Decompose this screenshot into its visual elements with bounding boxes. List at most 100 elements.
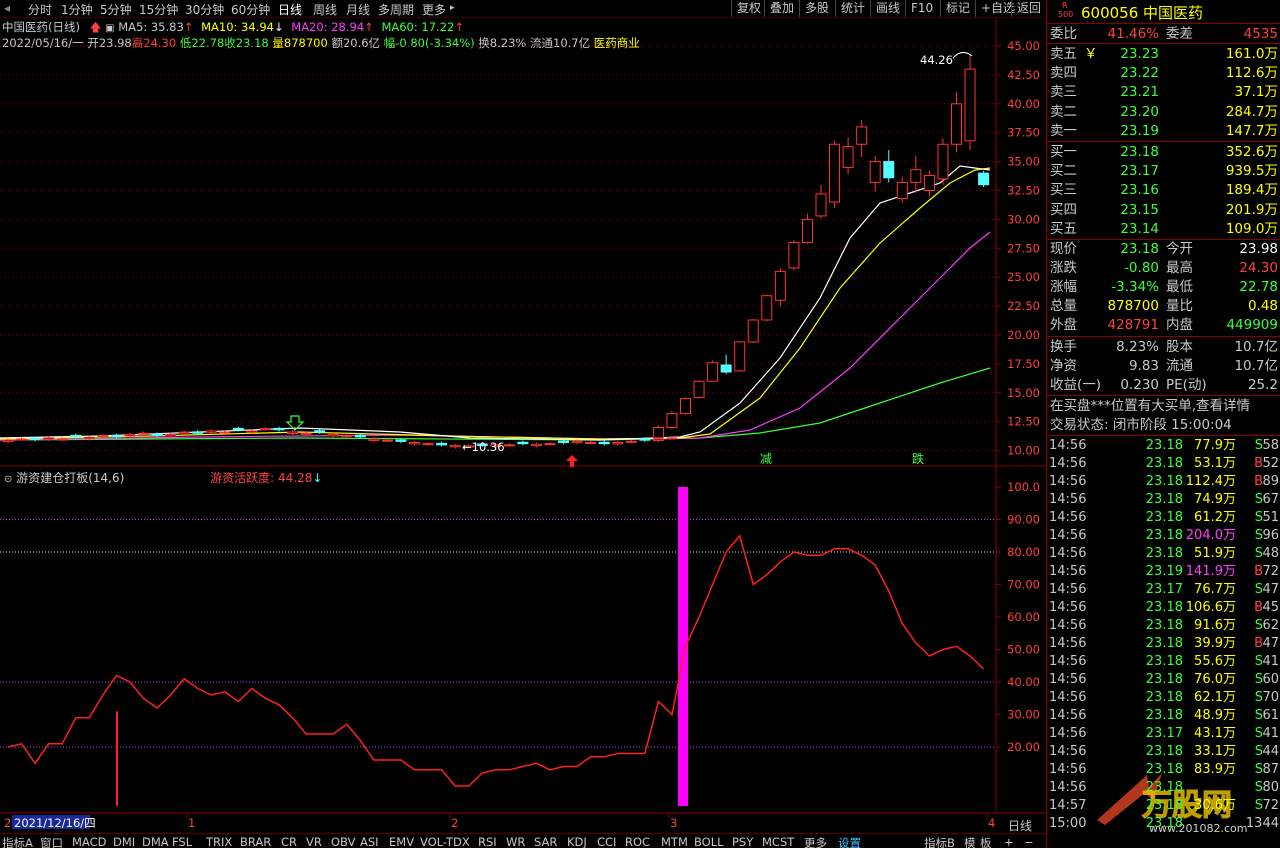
- code-prefix: R 500: [1058, 1, 1073, 19]
- indicator-tab[interactable]: 窗口: [40, 835, 63, 848]
- indicator-tab[interactable]: BRAR: [240, 835, 271, 848]
- indicator-tab[interactable]: EMV: [389, 835, 414, 848]
- entry-signal-bar: [678, 487, 688, 806]
- indicator-tab[interactable]: PSY: [732, 835, 753, 848]
- toolbar-back-icon[interactable]: ◂: [4, 1, 10, 15]
- tick-count: 89: [1262, 474, 1279, 489]
- bid-volume: 109.0万: [1225, 220, 1278, 237]
- tick-time: 14:56: [1049, 762, 1087, 777]
- candle-body: [70, 434, 82, 438]
- more-chevron-icon[interactable]: ▸: [450, 3, 455, 13]
- stat-label: 外盘: [1050, 317, 1077, 333]
- period-tab-30min[interactable]: 30分钟: [185, 1, 224, 18]
- indicator-tab[interactable]: MCST: [762, 835, 794, 848]
- candle-body: [327, 433, 339, 437]
- tick-price: 23.18: [1145, 654, 1183, 669]
- price-tick-label: 12.50: [1007, 415, 1040, 429]
- stat-value: 24.30: [1239, 260, 1278, 276]
- big-order-notice[interactable]: 在买盘***位置有大买单,查看详情: [1050, 397, 1250, 415]
- ask-row: 卖一 23.19 147.7万: [1047, 122, 1280, 140]
- bid-volume: 352.6万: [1225, 144, 1278, 160]
- indicator-tick-label: 100.0: [1007, 480, 1040, 494]
- diejia-button[interactable]: 叠加: [764, 0, 799, 17]
- huaxian-button[interactable]: 画线: [870, 0, 905, 17]
- indicator-tab[interactable]: WR: [506, 835, 525, 848]
- indicator-name[interactable]: 游资建仓打板(14,6): [16, 471, 124, 485]
- tick-volume: 48.9万: [1194, 708, 1236, 723]
- indicator-tab[interactable]: TRIX: [206, 835, 232, 848]
- bottom-right-button[interactable]: 指标B: [924, 835, 955, 848]
- indicator-tab[interactable]: 更多: [804, 835, 827, 848]
- candle-body: [964, 68, 976, 142]
- period-tab-daily[interactable]: 日线: [278, 1, 302, 18]
- tick-time: 14:56: [1049, 618, 1087, 633]
- indicator-collapse-icon[interactable]: ⊙: [4, 474, 12, 485]
- period-tab-fenshi[interactable]: 分时: [28, 1, 52, 18]
- tongji-button[interactable]: 统计: [835, 0, 870, 17]
- candle-body: [287, 431, 299, 434]
- indicator-tab[interactable]: KDJ: [567, 835, 587, 848]
- candle-body: [896, 181, 908, 200]
- indicator-tab[interactable]: DMI: [113, 835, 135, 848]
- indicator-tab[interactable]: SAR: [534, 835, 557, 848]
- indicator-tab[interactable]: ASI: [360, 835, 379, 848]
- candle-body: [97, 435, 109, 438]
- indicator-tab[interactable]: OBV: [331, 835, 355, 848]
- bottom-right-button[interactable]: +: [1004, 835, 1014, 848]
- period-tab-more[interactable]: 更多: [422, 1, 446, 18]
- stock-name: 中国医药: [1143, 4, 1204, 22]
- indicator-tab[interactable]: VOL-TDX: [420, 835, 470, 848]
- tick-time: 14:57: [1049, 798, 1087, 813]
- indicator-tab[interactable]: DMA: [142, 835, 169, 848]
- tick-time: 14:56: [1049, 582, 1087, 597]
- candle-body: [815, 193, 827, 217]
- period-tab-monthly[interactable]: 月线: [346, 1, 370, 18]
- duogu-button[interactable]: 多股: [799, 0, 834, 17]
- tick-price: 23.18: [1145, 456, 1183, 471]
- notice-row[interactable]: 在买盘***位置有大买单,查看详情: [1047, 397, 1280, 415]
- bottom-right-button[interactable]: 模: [964, 835, 976, 848]
- candle-body: [165, 433, 177, 437]
- period-tab-5min[interactable]: 5分钟: [100, 1, 132, 18]
- indicator-tab[interactable]: VR: [306, 835, 322, 848]
- bid-level-label: 买五: [1050, 220, 1077, 237]
- tick-price: 23.18: [1145, 744, 1183, 759]
- indicator-tick-label: 20.00: [1007, 740, 1040, 754]
- period-tab-multi[interactable]: 多周期: [378, 1, 414, 18]
- indicator-tab[interactable]: FSL: [172, 835, 192, 848]
- period-tab-15min[interactable]: 15分钟: [139, 1, 178, 18]
- bottom-right-button[interactable]: −: [1024, 835, 1034, 848]
- separator: [1047, 141, 1280, 142]
- return-button[interactable]: 返回: [1011, 0, 1046, 17]
- biaoji-button[interactable]: 标记: [940, 0, 975, 17]
- fuquan-button[interactable]: 复权: [731, 0, 766, 17]
- price-tick-label: 22.50: [1007, 299, 1040, 313]
- tick-count: 1344: [1245, 816, 1279, 831]
- candle-body: [29, 437, 41, 441]
- quote-panel: R 500 600056 中国医药 委比 41.46% 委差 4535 在买盘*…: [1046, 0, 1280, 848]
- ask-row: 卖三 23.21 37.1万: [1047, 83, 1280, 101]
- fundamental-value: 8.23%: [1116, 339, 1159, 355]
- indicator-tab[interactable]: BOLL: [694, 835, 724, 848]
- indicator-tab[interactable]: 指标A: [2, 835, 33, 848]
- indicator-tab[interactable]: ROC: [625, 835, 650, 848]
- period-tab-weekly[interactable]: 周线: [313, 1, 337, 18]
- f10-button[interactable]: F10: [905, 0, 938, 17]
- period-tab-1min[interactable]: 1分钟: [61, 1, 93, 18]
- candle-body: [625, 440, 637, 443]
- kline-chart-area[interactable]: 45.00 42.50 40.00 37.50 35.00 32.50 30.00 27.50…: [0, 18, 1046, 833]
- indicator-tab[interactable]: CR: [281, 835, 297, 848]
- bid-volume: 939.5万: [1225, 163, 1278, 180]
- ask-volume: 284.7万: [1225, 103, 1278, 120]
- weicha-label: 委差: [1166, 26, 1193, 42]
- indicator-tab[interactable]: RSI: [478, 835, 497, 848]
- indicator-tab[interactable]: CCI: [597, 835, 616, 848]
- indicator-tab[interactable]: MTM: [661, 835, 688, 848]
- separator: [1047, 435, 1280, 436]
- bottom-right-button[interactable]: 板: [980, 835, 992, 848]
- indicator-tab[interactable]: MACD: [72, 835, 106, 848]
- candle-body: [788, 242, 800, 269]
- indicator-tab[interactable]: 设置: [838, 835, 861, 848]
- trade-status: 交易状态: 闭市阶段 15:00:04: [1050, 417, 1232, 433]
- period-tab-60min[interactable]: 60分钟: [231, 1, 270, 18]
